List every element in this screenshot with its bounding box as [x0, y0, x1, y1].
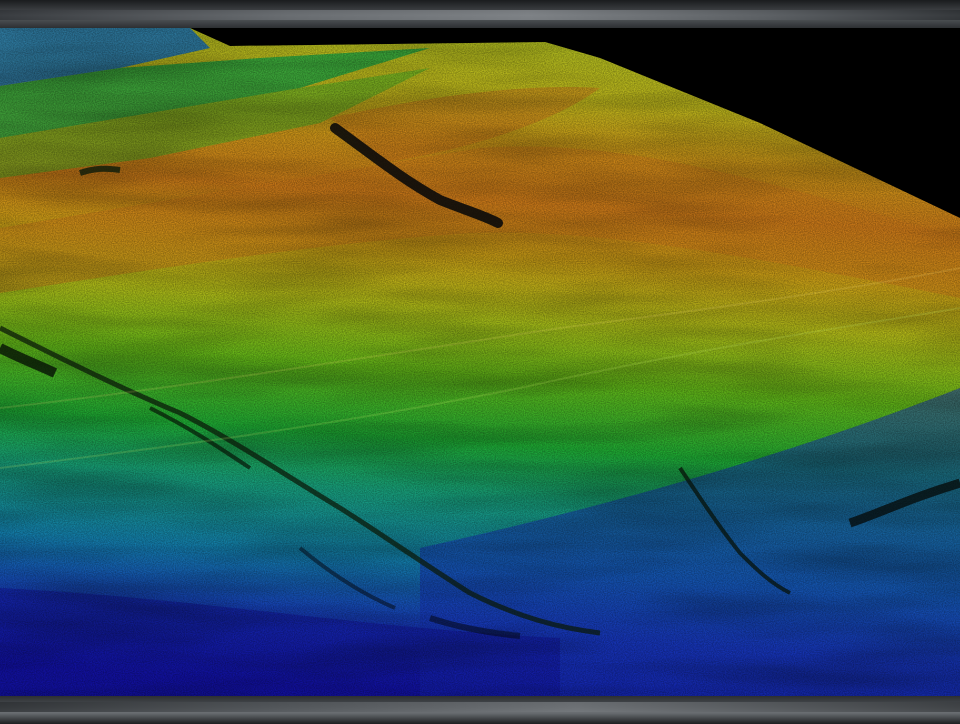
- image-frame: [0, 0, 960, 724]
- terrain-viewport: [0, 28, 960, 696]
- top-frame-bar: [0, 0, 960, 28]
- terrain-elevation-map: [0, 28, 960, 696]
- bottom-frame-bar: [0, 696, 960, 724]
